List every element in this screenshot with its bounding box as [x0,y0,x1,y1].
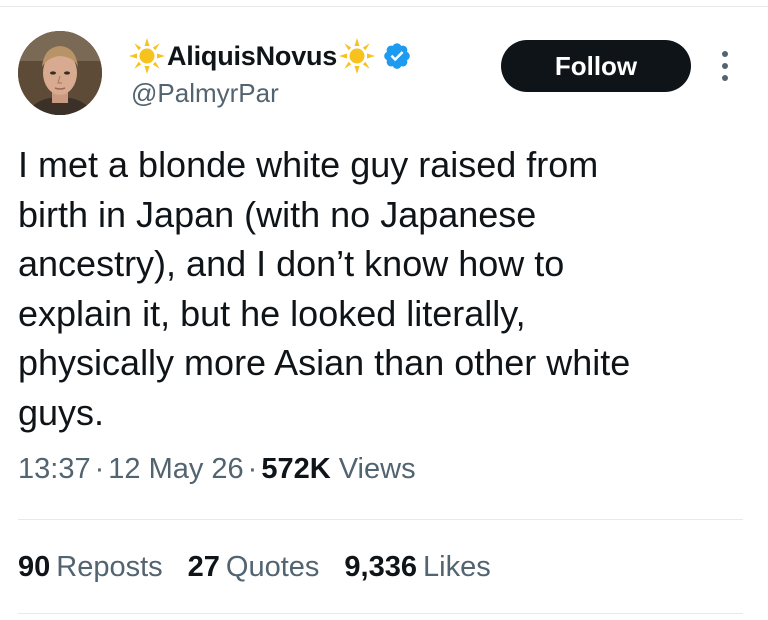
author-display-name[interactable]: AliquisNovus [167,41,337,72]
avatar[interactable] [18,31,102,115]
reposts-stat[interactable]: 90 Reposts [18,551,163,584]
author-handle[interactable]: @PalmyrPar [131,78,279,109]
tweet-meta: 13:37 · 12 May 26 · 572K Views [18,453,416,486]
likes-stat[interactable]: 9,336 Likes [344,551,490,584]
sun-emoji-icon [128,37,166,75]
likes-count: 9,336 [344,551,417,583]
meta-separator: · [247,453,258,485]
quotes-count: 27 [187,551,220,583]
tweet-time[interactable]: 13:37 [18,453,91,485]
meta-separator: · [94,453,105,485]
views-count: 572K [261,453,331,485]
verified-badge-icon[interactable] [382,41,412,71]
more-options-icon[interactable] [714,46,736,86]
reposts-count: 90 [18,551,51,583]
stats-divider-bottom [18,613,743,614]
likes-label: Likes [423,551,491,583]
quotes-label: Quotes [225,551,320,583]
follow-button[interactable]: Follow [501,40,691,92]
top-divider [0,6,768,7]
tweet-date[interactable]: 12 May 26 [108,453,243,485]
reposts-label: Reposts [56,551,163,583]
stats-divider-top [18,519,743,520]
author-name-row[interactable]: AliquisNovus [128,36,412,76]
sun-emoji-icon [338,37,376,75]
quotes-stat[interactable]: 27 Quotes [188,551,320,584]
views-label: Views [338,453,416,485]
engagement-stats: 90 Reposts 27 Quotes 9,336 Likes [18,551,516,584]
tweet-text: I met a blonde white guy raised from bir… [18,144,631,433]
